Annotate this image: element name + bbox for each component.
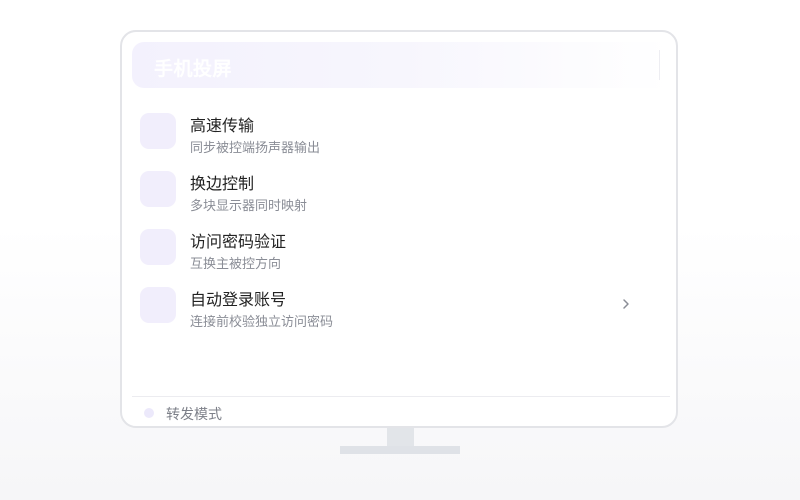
monitor-stand-neck (387, 428, 414, 448)
forward-mode-label: 转发模式 (166, 407, 222, 423)
list-item-title: 访问密码验证 (190, 232, 287, 251)
page-title: 手机投屏 (154, 58, 233, 80)
list-item-auto-login[interactable]: 自动登录账号 连接前校验独立访问密码 (122, 278, 676, 336)
mode-indicator-dot (144, 408, 154, 418)
list-item-subtitle: 连接前校验独立访问密码 (190, 315, 334, 330)
list-item-title: 高速传输 (190, 116, 255, 135)
feature-icon (140, 113, 176, 149)
list-item-subtitle: 互换主被控方向 (190, 257, 282, 272)
list-item-title: 换边控制 (190, 174, 255, 193)
list-item-high-speed-transfer[interactable]: 高速传输 同步被控端扬声器输出 (122, 104, 676, 162)
feature-icon (140, 287, 176, 323)
list-item-subtitle: 同步被控端扬声器输出 (190, 141, 321, 156)
feature-list: 高速传输 同步被控端扬声器输出 换边控制 多块显示器同时映射 访问密码验证 互换… (122, 104, 676, 336)
monitor-stand-base (340, 446, 460, 454)
header-bar: 手机投屏 (132, 42, 670, 88)
monitor-screen: 手机投屏 高速传输 同步被控端扬声器输出 换边控制 多块显示器同时映射 访问密码… (120, 30, 678, 428)
list-item-password-verify[interactable]: 访问密码验证 互换主被控方向 (122, 220, 676, 278)
header-divider (659, 50, 660, 80)
feature-icon (140, 171, 176, 207)
chevron-right-icon[interactable] (620, 297, 632, 311)
list-item-title: 自动登录账号 (190, 290, 287, 309)
list-item-subtitle: 多块显示器同时映射 (190, 199, 308, 214)
feature-icon (140, 229, 176, 265)
list-item-edge-switch[interactable]: 换边控制 多块显示器同时映射 (122, 162, 676, 220)
footer-divider (132, 396, 670, 397)
